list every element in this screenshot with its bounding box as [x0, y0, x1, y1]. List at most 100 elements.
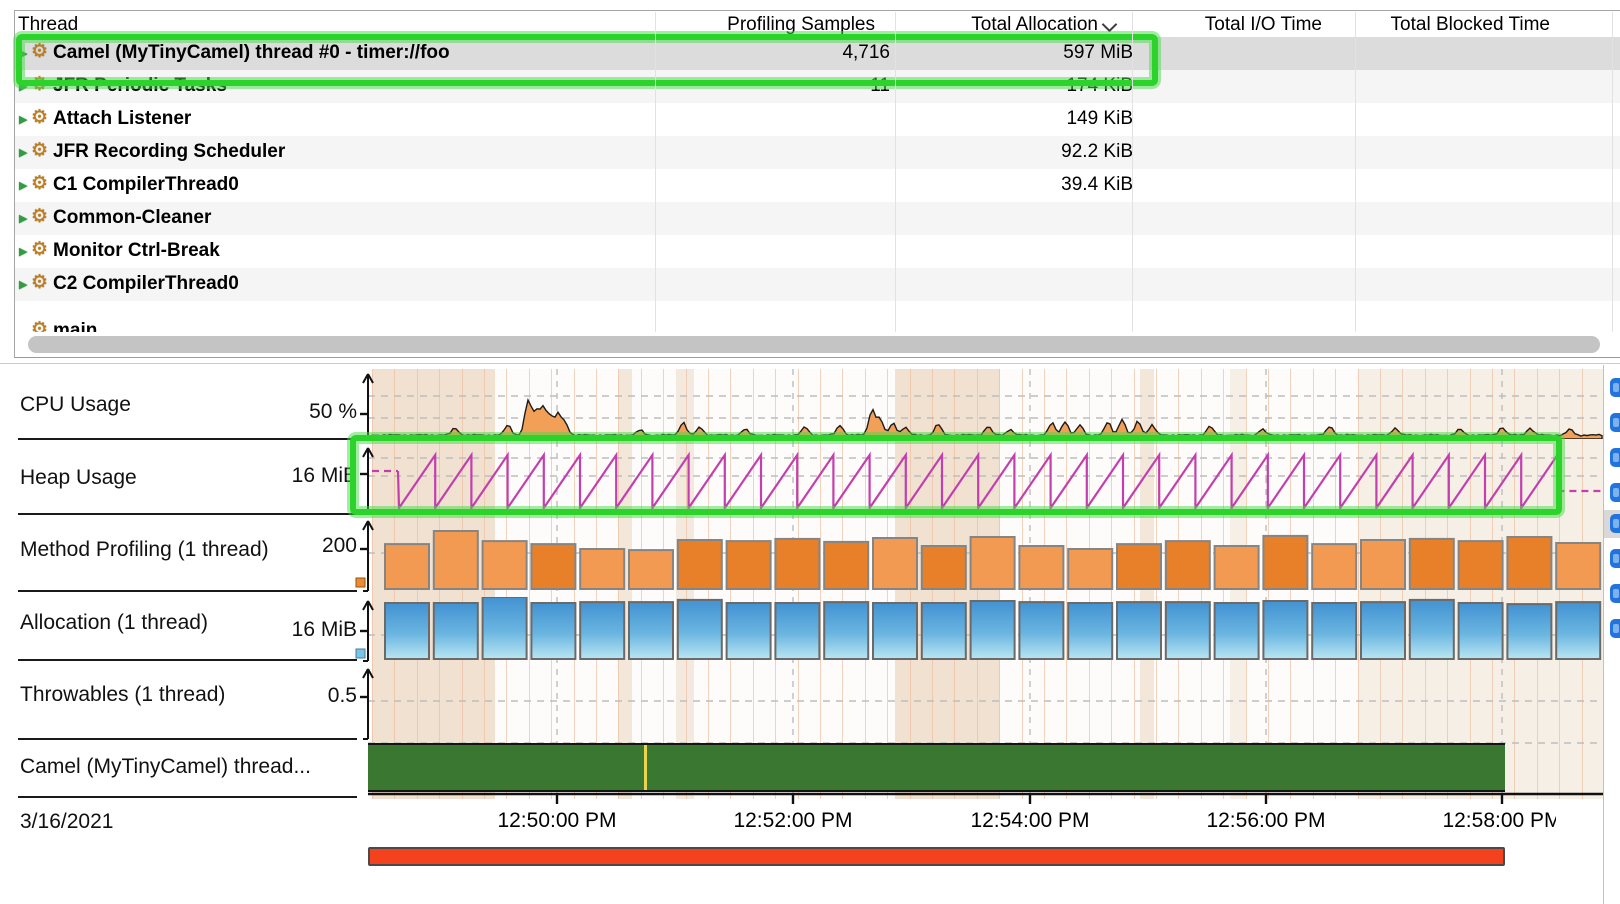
- time-tick-label: 12:54:00 PM: [940, 809, 1120, 833]
- lane-label-1: CPU Usage: [20, 393, 131, 417]
- thread-row[interactable]: ⚙main: [15, 301, 1620, 332]
- lane-settings-button[interactable]: [1610, 549, 1620, 568]
- thread-profiling-window: Thread Profiling Samples Total Allocatio…: [0, 0, 1620, 904]
- profiling-samples-value: 4,716: [690, 42, 890, 66]
- lane-settings-glyph: [1613, 488, 1619, 497]
- thread-row[interactable]: ▶⚙Monitor Ctrl-Break: [15, 235, 1620, 268]
- thread-name: JFR Periodic Tasks: [53, 75, 227, 97]
- profiling-samples-value: 11: [690, 75, 890, 99]
- column-header-total-io-time[interactable]: Total I/O Time: [1122, 14, 1322, 38]
- date-label: 3/16/2021: [20, 810, 113, 834]
- lane-event-marker: [644, 745, 647, 790]
- lane-settings-button[interactable]: [1610, 413, 1620, 432]
- thread-name: Attach Listener: [53, 108, 191, 130]
- lane-settings-button[interactable]: [1610, 584, 1620, 603]
- thread-row[interactable]: ▶⚙JFR Recording Scheduler92.2 KiB: [15, 136, 1620, 169]
- lane-label-4: Allocation (1 thread): [20, 611, 208, 635]
- column-header-total-allocation[interactable]: Total Allocation: [898, 14, 1098, 38]
- expand-triangle-icon[interactable]: ▶: [19, 212, 27, 225]
- lane-label-3: Method Profiling (1 thread): [20, 538, 269, 562]
- total-allocation-value: 174 KiB: [913, 75, 1133, 99]
- lane-separator: [18, 438, 357, 440]
- lane-label-5: Throwables (1 thread): [20, 683, 225, 707]
- lane-separator: [18, 659, 357, 661]
- table-horizontal-scrollbar-thumb[interactable]: [28, 336, 1600, 353]
- column-header-profiling-samples[interactable]: Profiling Samples: [675, 14, 875, 38]
- lane-settings-button[interactable]: [1610, 619, 1620, 638]
- lane-settings-glyph: [1613, 554, 1619, 563]
- time-axis: [368, 791, 1605, 807]
- lane-axis-value-5: 0.5: [240, 684, 357, 708]
- column-separator: [655, 12, 656, 332]
- lane-separator: [18, 513, 357, 515]
- thread-gear-icon: ⚙: [31, 205, 48, 228]
- lane-label-6: Camel (MyTinyCamel) thread...: [20, 755, 311, 779]
- expand-triangle-icon[interactable]: ▶: [19, 179, 27, 192]
- time-axis-labels: 12:50:00 PM 12:52:00 PM 12:54:00 PM 12:56:0…: [368, 809, 1556, 837]
- lane-settings-glyph: [1613, 418, 1619, 427]
- time-tick-label: 12:56:00 PM: [1176, 809, 1356, 833]
- thread-name: C2 CompilerThread0: [53, 273, 239, 295]
- column-header-thread[interactable]: Thread: [18, 14, 78, 38]
- allocation-chart[interactable]: [368, 597, 1605, 660]
- lane-settings-button[interactable]: [1610, 378, 1620, 397]
- column-separator: [1612, 12, 1613, 332]
- lane-axis-value-3: 200: [240, 534, 357, 558]
- column-separator: [1355, 12, 1356, 332]
- thread-gear-icon: ⚙: [31, 318, 48, 332]
- lane-separator: [18, 738, 357, 740]
- expand-triangle-icon[interactable]: ▶: [19, 146, 27, 159]
- timeline-panel: CPU Usage 50 % Heap Usage 16 MiB Method Prof…: [0, 363, 1620, 904]
- thread-gear-icon: ⚙: [31, 172, 48, 195]
- thread-table-panel: Thread Profiling Samples Total Allocatio…: [0, 0, 1620, 363]
- lane-settings-button[interactable]: [1610, 448, 1620, 467]
- column-header-total-blocked-time[interactable]: Total Blocked Time: [1350, 14, 1550, 38]
- expand-triangle-icon[interactable]: ▶: [19, 278, 27, 291]
- lane-settings-button[interactable]: [1610, 514, 1620, 533]
- lane-options-rail: [1603, 365, 1620, 904]
- table-horizontal-scrollbar-track[interactable]: [15, 333, 1619, 355]
- lane-separator: [18, 590, 357, 592]
- thread-name: C1 CompilerThread0: [53, 174, 239, 196]
- thread-row[interactable]: ▶ ⚙Common-Cleaner: [15, 202, 1620, 235]
- cpu-usage-chart[interactable]: [368, 369, 1605, 439]
- total-allocation-value: 597 MiB: [913, 42, 1133, 66]
- lane-separator: [18, 796, 357, 798]
- thread-name: JFR Recording Scheduler: [53, 141, 285, 163]
- column-separator: [895, 12, 896, 332]
- expand-triangle-icon[interactable]: ▶: [19, 47, 27, 60]
- thread-name: Camel (MyTinyCamel) thread #0 - timer://…: [53, 42, 450, 64]
- thread-row[interactable]: ▶ ⚙JFR Periodic Tasks 11 174 KiB: [15, 70, 1620, 103]
- lane-settings-glyph: [1613, 589, 1619, 598]
- lane-settings-button[interactable]: [1610, 483, 1620, 502]
- heap-usage-chart[interactable]: [368, 444, 1605, 514]
- total-allocation-value: 39.4 KiB: [913, 174, 1133, 198]
- thread-row[interactable]: ▶ ⚙Camel (MyTinyCamel) thread #0 - timer:…: [15, 37, 1620, 70]
- thread-activity-lane[interactable]: [368, 743, 1505, 792]
- method-profiling-chart[interactable]: [368, 517, 1605, 590]
- lane-axis-value-1: 50 %: [240, 400, 357, 424]
- thread-gear-icon: ⚙: [31, 238, 48, 261]
- thread-row[interactable]: ▶ ⚙C2 CompilerThread0: [15, 268, 1620, 301]
- thread-gear-icon: ⚙: [31, 40, 48, 63]
- thread-row[interactable]: ▶ ⚙C1 CompilerThread0 39.4 KiB: [15, 169, 1620, 202]
- thread-gear-icon: ⚙: [31, 73, 48, 96]
- expand-triangle-icon[interactable]: ▶: [19, 245, 27, 258]
- lane-settings-glyph: [1613, 383, 1619, 392]
- thread-name: Common-Cleaner: [53, 207, 211, 229]
- timeline-scrollbar[interactable]: [368, 847, 1505, 866]
- time-tick-label: 12:58:00 PM: [1412, 809, 1556, 833]
- lane-label-2: Heap Usage: [20, 466, 137, 490]
- thread-gear-icon: ⚙: [31, 271, 48, 294]
- total-allocation-value: 149 KiB: [913, 108, 1133, 132]
- thread-row[interactable]: ▶ ⚙Attach Listener 149 KiB: [15, 103, 1620, 136]
- column-separator: [1132, 12, 1133, 332]
- expand-triangle-icon[interactable]: ▶: [19, 113, 27, 126]
- lane-settings-glyph: [1613, 519, 1619, 528]
- lane-settings-glyph: [1613, 453, 1619, 462]
- lane-axis-value-2: 16 MiB: [240, 464, 357, 488]
- time-tick-label: 12:50:00 PM: [467, 809, 647, 833]
- thread-gear-icon: ⚙: [31, 106, 48, 129]
- time-tick-label: 12:52:00 PM: [703, 809, 883, 833]
- expand-triangle-icon[interactable]: ▶: [19, 80, 27, 93]
